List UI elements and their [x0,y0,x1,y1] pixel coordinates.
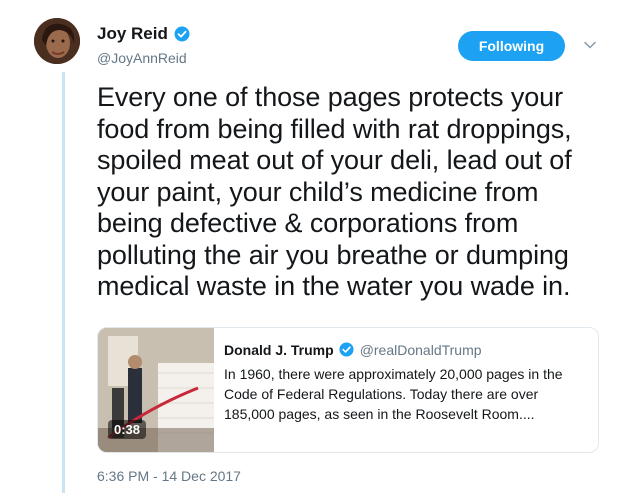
quoted-tweet-body: Donald J. Trump @realDonaldTrump In 1960… [224,342,590,424]
following-button[interactable]: Following [458,31,565,61]
verified-icon [174,26,190,42]
video-thumbnail[interactable]: 0:38 [98,328,214,452]
thread-line [62,72,65,493]
quoted-tweet[interactable]: 0:38 Donald J. Trump @realDonaldTrump In… [97,327,599,453]
author-name[interactable]: Joy Reid [97,24,168,44]
author-block: Joy Reid @JoyAnnReid [97,24,190,66]
author-handle[interactable]: @JoyAnnReid [97,50,190,66]
verified-icon [339,342,355,358]
tweet-timestamp[interactable]: 6:36 PM - 14 Dec 2017 [97,468,241,484]
quoted-tweet-text: In 1960, there were approximately 20,000… [224,366,563,422]
avatar[interactable] [34,18,80,64]
video-duration: 0:38 [108,420,147,439]
quoted-author-handle: @realDonaldTrump [359,342,482,358]
quoted-author-name: Donald J. Trump [224,342,334,358]
tweet-text: Every one of those pages protects your f… [97,82,572,301]
chevron-down-icon[interactable] [583,38,597,52]
